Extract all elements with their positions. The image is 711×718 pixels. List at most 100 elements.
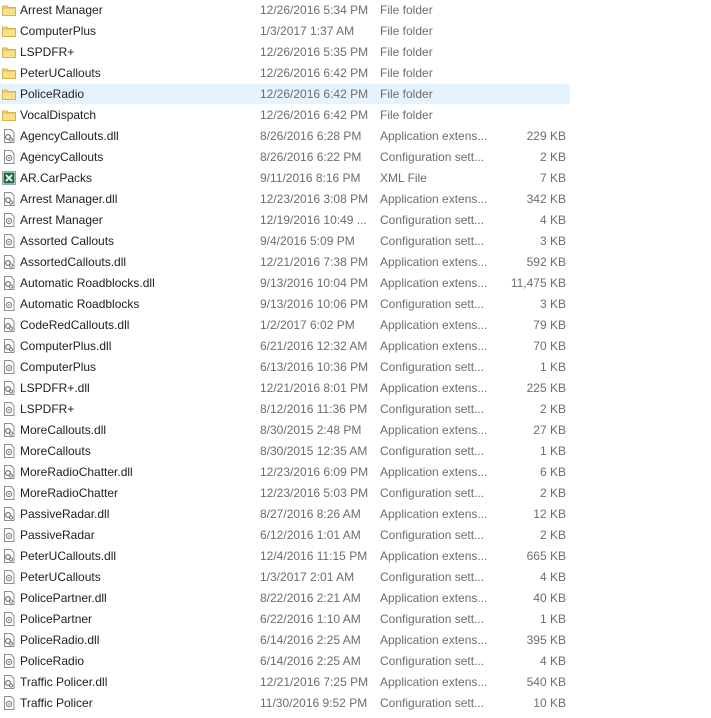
file-name: LSPDFR+ bbox=[20, 45, 75, 59]
file-date-modified: 12/26/2016 6:42 PM bbox=[260, 66, 369, 80]
file-row[interactable]: Arrest Manager.dll 12/23/2016 3:08 PM Appl… bbox=[0, 189, 711, 210]
file-size: 3 KB bbox=[539, 297, 566, 311]
file-size: 4 KB bbox=[539, 570, 566, 584]
file-size: 1 KB bbox=[539, 360, 566, 374]
file-row[interactable]: Traffic Policer.dll 12/21/2016 7:25 PM App… bbox=[0, 672, 711, 693]
file-name: VocalDispatch bbox=[20, 108, 97, 122]
xml-icon bbox=[2, 171, 16, 185]
file-type: Application extens... bbox=[380, 192, 488, 206]
file-row[interactable]: Automatic Roadblocks 9/13/2016 10:06 PM Co… bbox=[0, 294, 711, 315]
file-name: AssortedCallouts.dll bbox=[20, 255, 127, 269]
file-type: Configuration sett... bbox=[380, 528, 485, 542]
file-name: PoliceRadio bbox=[20, 654, 85, 668]
file-name: AgencyCallouts.dll bbox=[20, 129, 119, 143]
file-row[interactable]: MoreRadioChatter.dll 12/23/2016 6:09 PM Ap… bbox=[0, 462, 711, 483]
file-date-modified: 8/26/2016 6:22 PM bbox=[260, 150, 362, 164]
file-name: Traffic Policer.dll bbox=[20, 675, 108, 689]
file-date-modified: 12/26/2016 6:42 PM bbox=[260, 87, 369, 101]
file-row[interactable]: Traffic Policer 11/30/2016 9:52 PM Configu… bbox=[0, 693, 711, 714]
file-date-modified: 6/14/2016 2:25 AM bbox=[260, 654, 361, 668]
file-size: 79 KB bbox=[533, 318, 566, 332]
file-type: Application extens... bbox=[380, 507, 488, 521]
file-row[interactable]: PeterUCallouts 12/26/2016 6:42 PM File fol… bbox=[0, 63, 711, 84]
file-row[interactable]: AR.CarPacks 9/11/2016 8:16 PM XML File 7 KB bbox=[0, 168, 711, 189]
file-row[interactable]: ComputerPlus.dll 6/21/2016 12:32 AM Applic… bbox=[0, 336, 711, 357]
file-date-modified: 9/11/2016 8:16 PM bbox=[260, 171, 361, 185]
file-type: Configuration sett... bbox=[380, 612, 485, 626]
file-row[interactable]: Automatic Roadblocks.dll 9/13/2016 10:04 … bbox=[0, 273, 711, 294]
file-name: ComputerPlus bbox=[20, 24, 97, 38]
file-date-modified: 12/23/2016 6:09 PM bbox=[260, 465, 369, 479]
dll-icon bbox=[2, 591, 16, 605]
dll-icon bbox=[2, 318, 16, 332]
file-type: Configuration sett... bbox=[380, 297, 485, 311]
file-row[interactable]: Arrest Manager 12/19/2016 10:49 ... Config… bbox=[0, 210, 711, 231]
file-date-modified: 8/26/2016 6:28 PM bbox=[260, 129, 362, 143]
file-row[interactable]: PeterUCallouts 1/3/2017 2:01 AM Configurat… bbox=[0, 567, 711, 588]
file-row[interactable]: MoreCallouts.dll 8/30/2015 2:48 PM Applica… bbox=[0, 420, 711, 441]
file-row[interactable]: Arrest Manager 12/26/2016 5:34 PM File fol… bbox=[0, 0, 711, 21]
file-type: File folder bbox=[380, 87, 433, 101]
file-row[interactable]: ComputerPlus 1/3/2017 1:37 AM File folder bbox=[0, 21, 711, 42]
file-row[interactable]: AgencyCallouts 8/26/2016 6:22 PM Configura… bbox=[0, 147, 711, 168]
file-row[interactable]: PoliceRadio 6/14/2016 2:25 AM Configuratio… bbox=[0, 651, 711, 672]
file-name: Arrest Manager bbox=[20, 213, 103, 227]
file-date-modified: 12/26/2016 5:34 PM bbox=[260, 3, 369, 17]
folder-icon bbox=[2, 87, 16, 101]
file-date-modified: 9/4/2016 5:09 PM bbox=[260, 234, 355, 248]
file-row[interactable]: Assorted Callouts 9/4/2016 5:09 PM Configu… bbox=[0, 231, 711, 252]
file-type: Application extens... bbox=[380, 255, 488, 269]
file-name: PeterUCallouts.dll bbox=[20, 549, 117, 563]
file-date-modified: 6/12/2016 1:01 AM bbox=[260, 528, 361, 542]
file-row[interactable]: PassiveRadar 6/12/2016 1:01 AM Configurati… bbox=[0, 525, 711, 546]
file-date-modified: 8/12/2016 11:36 PM bbox=[260, 402, 368, 416]
file-row[interactable]: LSPDFR+ 12/26/2016 5:35 PM File folder bbox=[0, 42, 711, 63]
dll-icon bbox=[2, 423, 16, 437]
file-type: Application extens... bbox=[380, 129, 488, 143]
file-name: Assorted Callouts bbox=[20, 234, 115, 248]
config-icon bbox=[2, 528, 16, 542]
file-row[interactable]: ComputerPlus 6/13/2016 10:36 PM Configurat… bbox=[0, 357, 711, 378]
file-size: 342 KB bbox=[526, 192, 566, 206]
file-type: File folder bbox=[380, 108, 433, 122]
file-row[interactable]: VocalDispatch 12/26/2016 6:42 PM File fold… bbox=[0, 105, 711, 126]
file-size: 10 KB bbox=[533, 696, 566, 710]
file-row[interactable]: PolicePartner 6/22/2016 1:10 AM Configurat… bbox=[0, 609, 711, 630]
dll-icon bbox=[2, 276, 16, 290]
file-row[interactable]: LSPDFR+.dll 12/21/2016 8:01 PM Application… bbox=[0, 378, 711, 399]
file-date-modified: 6/22/2016 1:10 AM bbox=[260, 612, 361, 626]
file-row[interactable]: AgencyCallouts.dll 8/26/2016 6:28 PM Appli… bbox=[0, 126, 711, 147]
file-type: Configuration sett... bbox=[380, 213, 485, 227]
file-type: Application extens... bbox=[380, 318, 488, 332]
config-icon bbox=[2, 360, 16, 374]
config-icon bbox=[2, 402, 16, 416]
dll-icon bbox=[2, 465, 16, 479]
folder-icon bbox=[2, 24, 16, 38]
file-size: 4 KB bbox=[539, 654, 566, 668]
file-date-modified: 6/14/2016 2:25 AM bbox=[260, 633, 361, 647]
file-row[interactable]: PeterUCallouts.dll 12/4/2016 11:15 PM Appl… bbox=[0, 546, 711, 567]
file-date-modified: 12/26/2016 5:35 PM bbox=[260, 45, 369, 59]
file-type: Configuration sett... bbox=[380, 570, 485, 584]
file-name: MoreRadioChatter.dll bbox=[20, 465, 133, 479]
file-row[interactable]: MoreCallouts 8/30/2015 12:35 AM Configurat… bbox=[0, 441, 711, 462]
file-name: LSPDFR+.dll bbox=[20, 381, 90, 395]
file-date-modified: 8/30/2015 2:48 PM bbox=[260, 423, 362, 437]
file-size: 1 KB bbox=[539, 444, 566, 458]
file-row[interactable]: LSPDFR+ 8/12/2016 11:36 PM Configuration s… bbox=[0, 399, 711, 420]
file-row[interactable]: PolicePartner.dll 8/22/2016 2:21 AM Applic… bbox=[0, 588, 711, 609]
file-date-modified: 12/23/2016 5:03 PM bbox=[260, 486, 369, 500]
dll-icon bbox=[2, 381, 16, 395]
file-row[interactable]: MoreRadioChatter 12/23/2016 5:03 PM Config… bbox=[0, 483, 711, 504]
file-size: 11,475 KB bbox=[510, 276, 566, 290]
file-row[interactable]: PassiveRadar.dll 8/27/2016 8:26 AM Applica… bbox=[0, 504, 711, 525]
file-row[interactable]: AssortedCallouts.dll 12/21/2016 7:38 PM Ap… bbox=[0, 252, 711, 273]
file-row[interactable]: PoliceRadio.dll 6/14/2016 2:25 AM Applicat… bbox=[0, 630, 711, 651]
file-row[interactable]: CodeRedCallouts.dll 1/2/2017 6:02 PM Appli… bbox=[0, 315, 711, 336]
file-date-modified: 8/30/2015 12:35 AM bbox=[260, 444, 368, 458]
file-row[interactable]: PoliceRadio 12/26/2016 6:42 PM File folder bbox=[0, 84, 711, 105]
file-size: 540 KB bbox=[526, 675, 566, 689]
file-type: File folder bbox=[380, 66, 433, 80]
file-type: Configuration sett... bbox=[380, 402, 485, 416]
file-type: Configuration sett... bbox=[380, 234, 485, 248]
